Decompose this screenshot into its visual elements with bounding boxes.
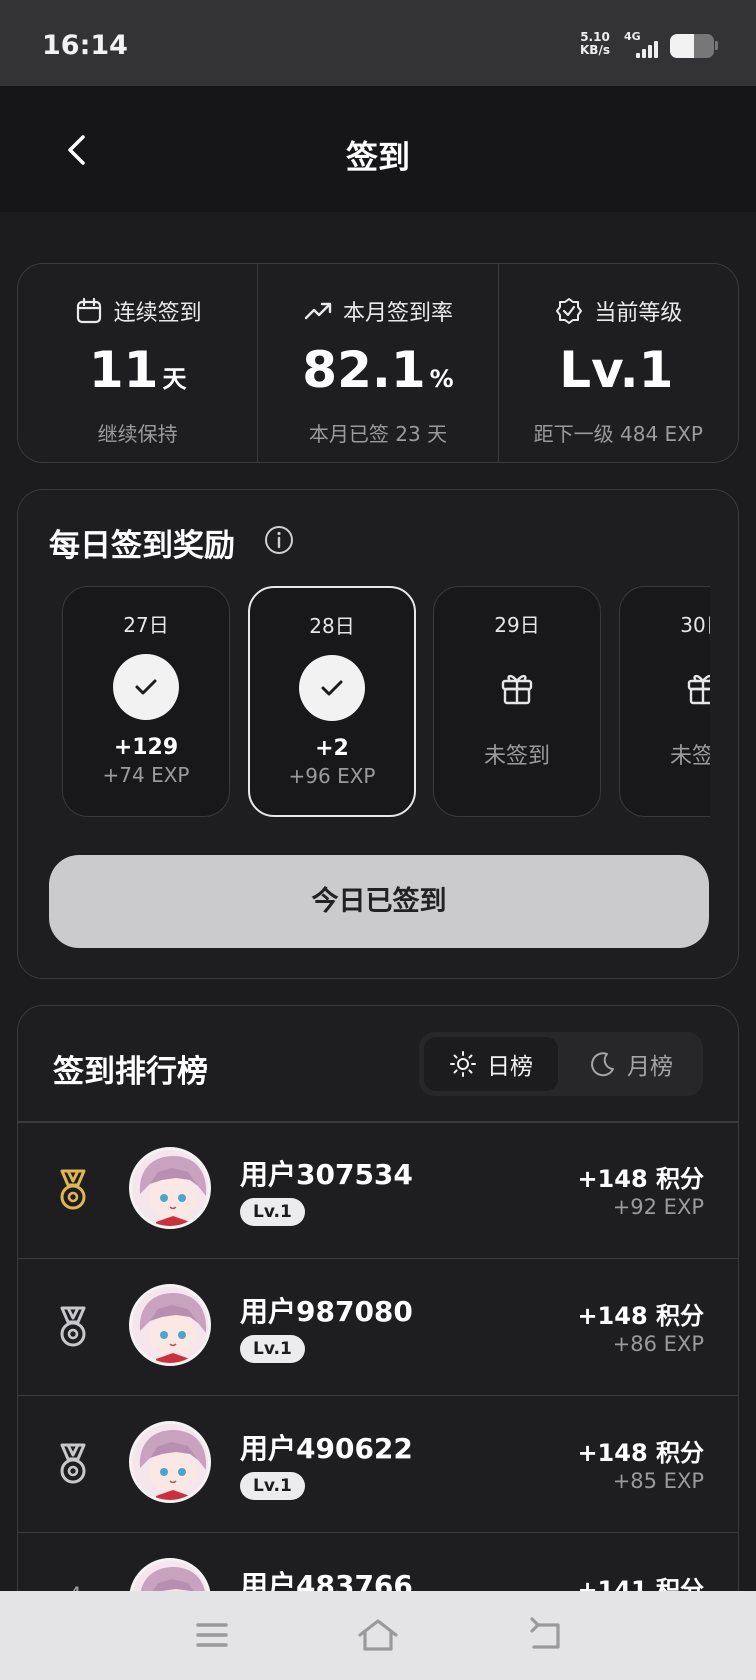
- row-exp: +92 EXP: [612, 1195, 704, 1219]
- row-points: +148 积分: [577, 1439, 704, 1467]
- day-status: 未签到: [669, 744, 710, 769]
- stat-value: Lv.1: [559, 341, 674, 399]
- sun-icon: [450, 1051, 476, 1077]
- user-name: 用户307534: [240, 1158, 413, 1191]
- day-card-today[interactable]: 28日 +2 +96 EXP: [248, 586, 416, 817]
- leaderboard-title: 签到排行榜: [53, 1054, 208, 1090]
- check-icon: [299, 655, 365, 721]
- battery-tip: [715, 41, 718, 50]
- gold-medal-icon: [60, 1169, 86, 1210]
- tab-label: 月榜: [627, 1054, 673, 1080]
- stat-streak: 连续签到 11 天 继续保持: [18, 264, 257, 462]
- trend-up-icon: [304, 302, 332, 320]
- home-icon[interactable]: [356, 1615, 400, 1655]
- badge-check-icon: [556, 298, 583, 324]
- system-nav-bar: [0, 1591, 756, 1680]
- stat-label: 当前等级: [594, 301, 683, 326]
- checked-in-button[interactable]: 今日已签到: [49, 855, 709, 948]
- level-badge: Lv.1: [240, 1472, 305, 1500]
- page-title: 签到: [345, 138, 410, 176]
- stat-unit: 天: [162, 365, 187, 393]
- network-speed: 5.10 KB/s: [580, 30, 610, 57]
- stats-card: 连续签到 11 天 继续保持 本月签到率 82.1% 本月已签 23 天 当前等级…: [17, 263, 739, 463]
- day-label: 27日: [123, 613, 169, 637]
- daily-reward-card: 每日签到奖励 27日 +129 +74 EXP 28日 +2 +96 EXP 2…: [17, 489, 739, 979]
- day-label: 28日: [309, 614, 355, 638]
- day-exp: +96 EXP: [288, 764, 376, 788]
- avatar[interactable]: [129, 1284, 211, 1366]
- stat-level: 当前等级 Lv.1 距下一级 484 EXP: [497, 264, 738, 462]
- avatar[interactable]: [129, 1147, 211, 1229]
- leaderboard-card: 签到排行榜 日榜 月榜 用户307534 Lv.1 +148 积分 +92 EX…: [17, 1005, 739, 1680]
- check-icon: [113, 654, 179, 720]
- row-exp: +86 EXP: [612, 1332, 704, 1356]
- stat-subtext: 继续保持: [97, 422, 178, 446]
- day-strip[interactable]: 27日 +129 +74 EXP 28日 +2 +96 EXP 29日 未签到 …: [62, 586, 710, 818]
- stat-value: 82.1: [302, 341, 426, 399]
- gift-icon: [484, 654, 550, 720]
- day-exp: +74 EXP: [102, 763, 190, 787]
- day-card[interactable]: 30日 未签到: [619, 586, 710, 817]
- user-name: 用户987080: [240, 1295, 413, 1328]
- bronze-medal-icon: [60, 1443, 86, 1484]
- stat-unit: %: [429, 365, 454, 393]
- level-badge: Lv.1: [240, 1198, 305, 1226]
- level-badge: Lv.1: [240, 1335, 305, 1363]
- stat-monthly-rate: 本月签到率 82.1% 本月已签 23 天: [257, 264, 497, 462]
- back-icon[interactable]: [524, 1615, 568, 1655]
- status-bar: 16:14 5.10 KB/s 4G: [0, 0, 756, 86]
- silver-medal-icon: [60, 1306, 86, 1347]
- tab-daily[interactable]: 日榜: [424, 1037, 558, 1091]
- avatar[interactable]: [129, 1421, 211, 1503]
- battery-icon: [670, 34, 714, 58]
- stat-label: 本月签到率: [342, 301, 453, 326]
- user-name: 用户490622: [240, 1432, 413, 1465]
- leaderboard-row[interactable]: 用户307534 Lv.1 +148 积分 +92 EXP: [18, 1123, 738, 1259]
- menu-icon[interactable]: [190, 1615, 234, 1655]
- info-icon[interactable]: [263, 524, 295, 556]
- day-card[interactable]: 29日 未签到: [433, 586, 601, 817]
- tab-monthly[interactable]: 月榜: [564, 1037, 698, 1091]
- day-status: 未签到: [483, 744, 550, 769]
- row-points: +148 积分: [577, 1302, 704, 1330]
- tab-label: 日榜: [487, 1054, 533, 1080]
- row-points: +148 积分: [577, 1165, 704, 1193]
- day-label: 30日: [680, 613, 710, 637]
- signal-icon: [636, 40, 660, 58]
- gift-icon: [670, 654, 710, 720]
- leaderboard-tabs: 日榜 月榜: [419, 1032, 703, 1096]
- day-points: +129: [113, 735, 179, 760]
- leaderboard-row[interactable]: 用户490622 Lv.1 +148 积分 +85 EXP: [18, 1397, 738, 1533]
- daily-reward-title: 每日签到奖励: [49, 528, 235, 564]
- stat-label: 连续签到: [113, 301, 202, 326]
- status-time: 16:14: [42, 30, 128, 61]
- day-card[interactable]: 27日 +129 +74 EXP: [62, 586, 230, 817]
- app-header: 签到: [0, 86, 756, 212]
- leaderboard-row[interactable]: 用户987080 Lv.1 +148 积分 +86 EXP: [18, 1260, 738, 1396]
- stat-subtext: 距下一级 484 EXP: [533, 422, 703, 446]
- stat-subtext: 本月已签 23 天: [308, 422, 448, 446]
- day-label: 29日: [494, 613, 540, 637]
- calendar-icon: [76, 297, 101, 324]
- stat-value: 11: [88, 341, 159, 399]
- day-points: +2: [315, 736, 349, 761]
- row-exp: +85 EXP: [612, 1469, 704, 1493]
- moon-icon: [591, 1052, 614, 1077]
